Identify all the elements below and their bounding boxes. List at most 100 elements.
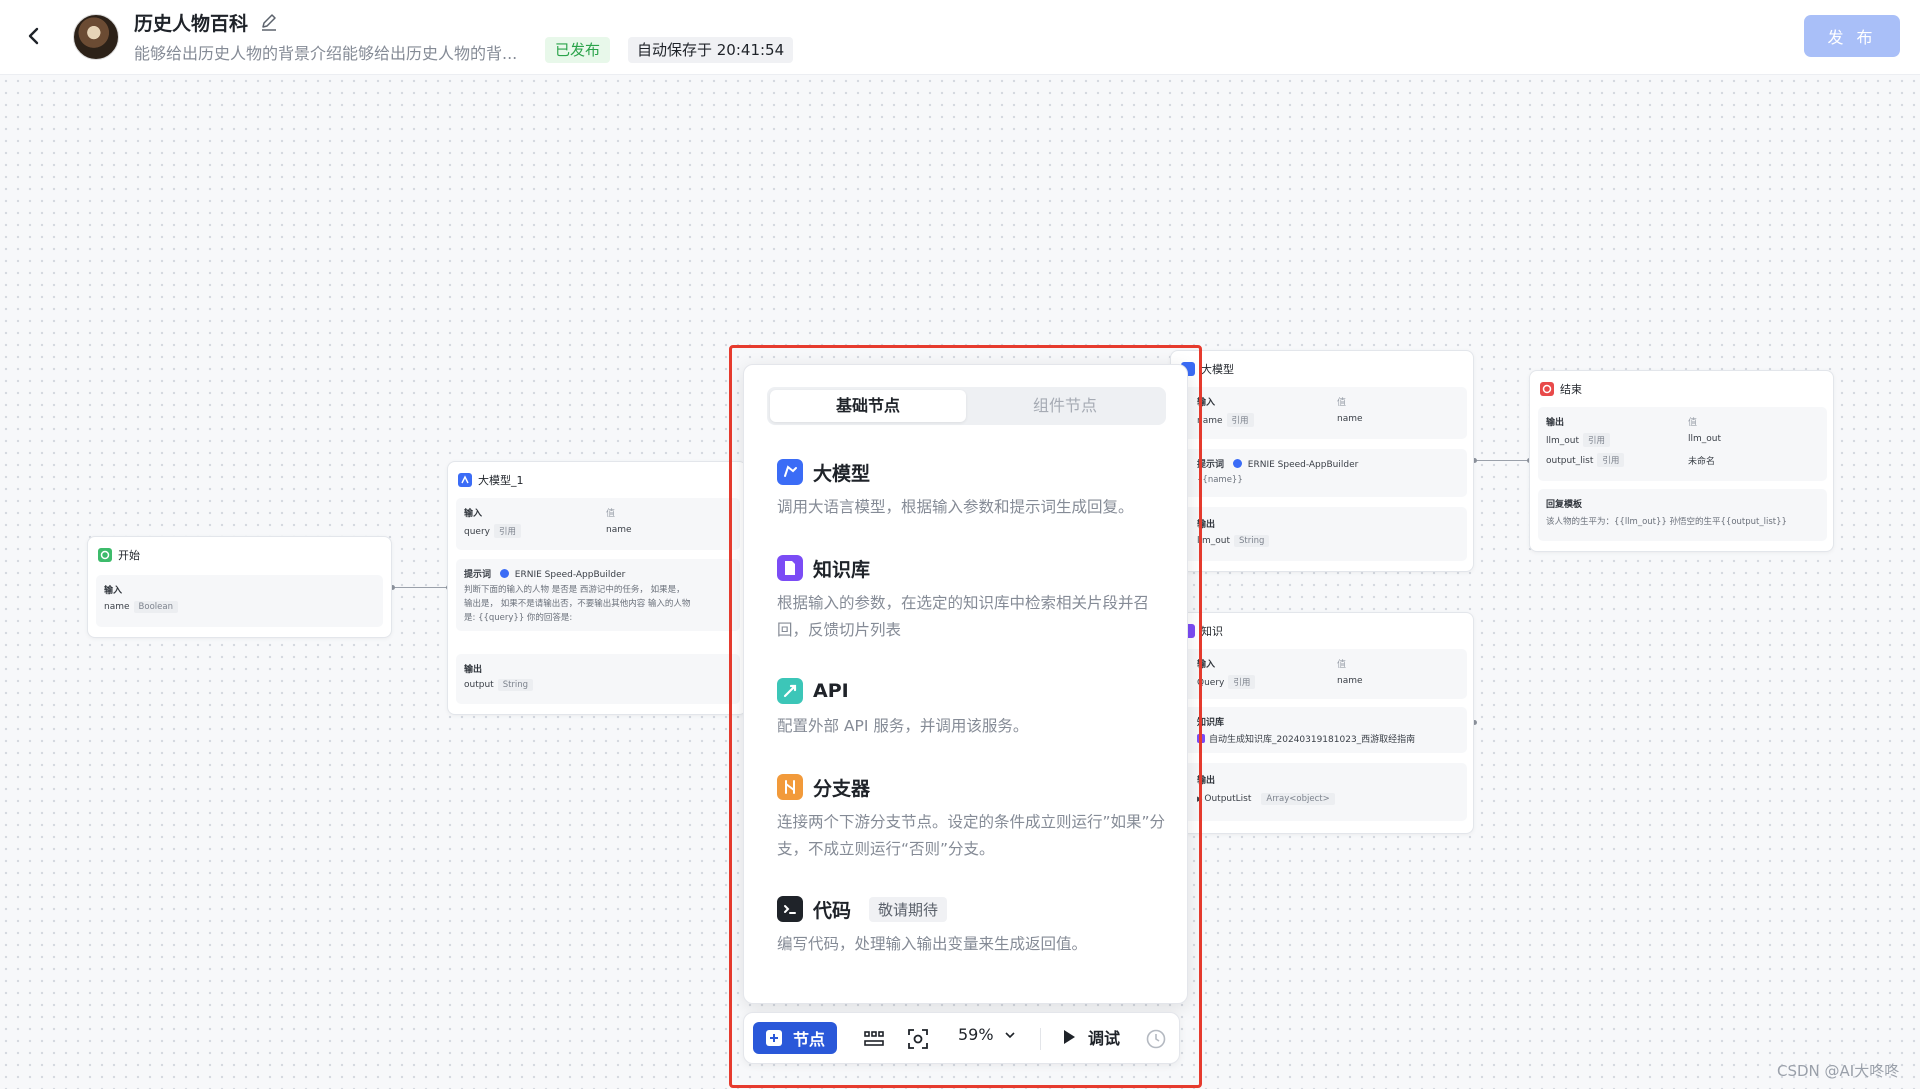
tab-component-nodes[interactable]: 组件节点 (967, 390, 1163, 422)
llm-icon (777, 459, 803, 485)
prompt-text: 判断下面的输入的人物 是否是 西游记中的任务， 如果是， 输出是， 如果不是请输… (464, 585, 691, 623)
item-description: 调用大语言模型，根据输入参数和提示词生成回复。 (777, 498, 1134, 516)
end-icon (1540, 382, 1554, 396)
chevron-left-icon[interactable] (20, 22, 48, 50)
toolbar-divider (1040, 1028, 1041, 1050)
start-node[interactable]: 开始 输入 name Boolean (87, 536, 392, 638)
history-icon[interactable] (1144, 1027, 1168, 1051)
canvas-toolbar: 节点 59% 调试 (743, 1012, 1180, 1064)
output-row: llm_out 引用 (1546, 433, 1611, 447)
node-option-code: 代码 敬请期待 编写代码，处理输入输出变量来生成返回值。 (777, 895, 1167, 958)
node-option-knowledge[interactable]: 知识库 根据输入的参数，在选定的知识库中检索相关片段并召回，反馈切片列表 (777, 554, 1167, 644)
api-icon (777, 678, 803, 704)
item-description: 编写代码，处理输入输出变量来生成返回值。 (777, 935, 1088, 953)
item-title: 分支器 (813, 777, 871, 800)
node-option-api[interactable]: API 配置外部 API 服务，并调用该服务。 (777, 677, 1167, 740)
llm-node-2[interactable]: 大模型 输入 值 name 引用 name 提示词 ERNIE Speed-App… (1170, 350, 1474, 572)
app-description: 能够给出历史人物的背景介绍能够给出历史人物的背... (134, 44, 518, 63)
param-row: query 引用 (464, 524, 521, 538)
output-row: output_list 引用 (1546, 453, 1625, 467)
model-icon (499, 569, 509, 578)
end-node[interactable]: 结束 输出 值 llm_out 引用 llm_out output_list 引用 … (1529, 370, 1834, 552)
input-label: 输入 (464, 509, 483, 519)
param-row: name Boolean (104, 601, 178, 613)
template-label: 回复模板 (1546, 500, 1583, 510)
item-description: 配置外部 API 服务，并调用该服务。 (777, 717, 1029, 735)
param-row: Query 引用 (1197, 675, 1256, 689)
knowledge-base-icon (777, 555, 803, 581)
value-header: 值 (1688, 418, 1698, 428)
output-value: 未命名 (1688, 457, 1716, 467)
item-description: 连接两个下游分支节点。设定的条件成立则运行”如果”分支，不成立则运行“否则”分支… (777, 813, 1166, 858)
prompt-section: 提示词 ERNIE Speed-AppBuilder {{name}} (1179, 449, 1467, 497)
item-title: 大模型 (813, 462, 871, 485)
prompt-header: 提示词 ERNIE Speed-AppBuilder (1197, 459, 1359, 470)
fit-view-icon[interactable] (906, 1027, 930, 1051)
output-row: output String (464, 679, 534, 691)
llm-icon (458, 473, 472, 487)
grid-layout-icon[interactable] (862, 1027, 886, 1051)
node-title: 开始 (98, 547, 140, 563)
tab-basic-nodes[interactable]: 基础节点 (770, 390, 966, 422)
node-option-branch[interactable]: 分支器 连接两个下游分支节点。设定的条件成立则运行”如果”分支，不成立则运行“否… (777, 773, 1167, 863)
param-value: name (1337, 414, 1363, 424)
status-badge: 已发布 (545, 37, 611, 63)
branch-icon (777, 774, 803, 800)
node-type-tabs: 基础节点 组件节点 (767, 387, 1166, 425)
code-icon (777, 896, 803, 922)
edit-icon[interactable] (258, 11, 280, 33)
item-title: 知识库 (813, 558, 871, 581)
node-title: 结束 (1540, 381, 1582, 397)
output-row: ▶ OutputList Array<object> (1197, 793, 1335, 805)
value-header: 值 (606, 509, 616, 519)
param-row: name 引用 (1197, 413, 1254, 427)
edge-start-llm1 (392, 587, 448, 588)
item-title: 代码 (813, 899, 852, 922)
add-node-button[interactable]: 节点 (753, 1022, 837, 1054)
node-option-llm[interactable]: 大模型 调用大语言模型，根据输入参数和提示词生成回复。 (777, 458, 1167, 521)
llm-node-1[interactable]: 大模型_1 输入 值 query 引用 name 提示词 ERNIE Speed-… (447, 461, 747, 715)
chevron-down-icon (1004, 1031, 1015, 1038)
output-label: 输出 (464, 665, 483, 675)
item-title: API (813, 680, 849, 702)
template-section: 回复模板 该人物的生平为：{{llm_out}} 孙悟空的生平{{output_… (1538, 489, 1827, 541)
output-section: 输出 值 llm_out 引用 llm_out output_list 引用 未命名 (1538, 407, 1827, 481)
output-section: 输出 ▶ OutputList Array<object> (1179, 763, 1467, 821)
prompt-section: 提示词 ERNIE Speed-AppBuilder 判断下面的输入的人物 是否… (456, 559, 740, 631)
kb-section: 知识库 自动生成知识库_20240319181023_西游取经指南 (1179, 707, 1467, 753)
param-value: name (606, 525, 632, 535)
start-icon (98, 548, 112, 562)
output-row: llm_out String (1197, 535, 1270, 547)
coming-soon-badge: 敬请期待 (869, 896, 948, 922)
kb-row: 自动生成知识库_20240319181023_西游取经指南 (1197, 732, 1415, 745)
app-title: 历史人物百科 (134, 13, 249, 35)
header-bar: 历史人物百科 能够给出历史人物的背景介绍能够给出历史人物的背... 已发布 自动… (0, 0, 1920, 75)
value-header: 值 (1337, 398, 1347, 408)
edge-llm2-end (1474, 460, 1530, 461)
template-text: 该人物的生平为：{{llm_out}} 孙悟空的生平{{output_list}… (1546, 517, 1787, 527)
app-avatar (73, 14, 119, 60)
value-header: 值 (1337, 660, 1347, 670)
input-section: 输入 值 name 引用 name (1179, 387, 1467, 439)
item-description: 根据输入的参数，在选定的知识库中检索相关片段并召回，反馈切片列表 (777, 594, 1150, 639)
knowledge-node[interactable]: 知识 输入 值 Query 引用 name 知识库 自动生成知识库_2024031… (1170, 612, 1474, 834)
prompt-text: {{name}} (1197, 475, 1243, 485)
input-label: 输入 (104, 586, 123, 596)
input-section: 输入 值 query 引用 name (456, 498, 740, 550)
plus-square-icon (765, 1030, 782, 1046)
output-section: 输出 llm_out String (1179, 507, 1467, 561)
publish-button[interactable]: 发 布 (1804, 15, 1900, 57)
input-section: 输入 值 Query 引用 name (1179, 649, 1467, 699)
prompt-header: 提示词 ERNIE Speed-AppBuilder (464, 569, 626, 580)
model-icon (1232, 459, 1242, 468)
param-value: name (1337, 676, 1363, 686)
play-icon (1064, 1030, 1075, 1044)
node-picker-panel: 基础节点 组件节点 大模型 调用大语言模型，根据输入参数和提示词生成回复。 知识… (743, 364, 1188, 1004)
zoom-select[interactable]: 59% (958, 1025, 1016, 1044)
autosave-status: 自动保存于 20:41:54 (628, 37, 794, 63)
debug-button[interactable]: 调试 (1062, 1025, 1120, 1049)
input-section: 输入 name Boolean (96, 575, 383, 627)
output-value: llm_out (1688, 434, 1722, 444)
output-label: 输出 (1546, 418, 1565, 428)
node-title: 大模型_1 (458, 472, 524, 488)
